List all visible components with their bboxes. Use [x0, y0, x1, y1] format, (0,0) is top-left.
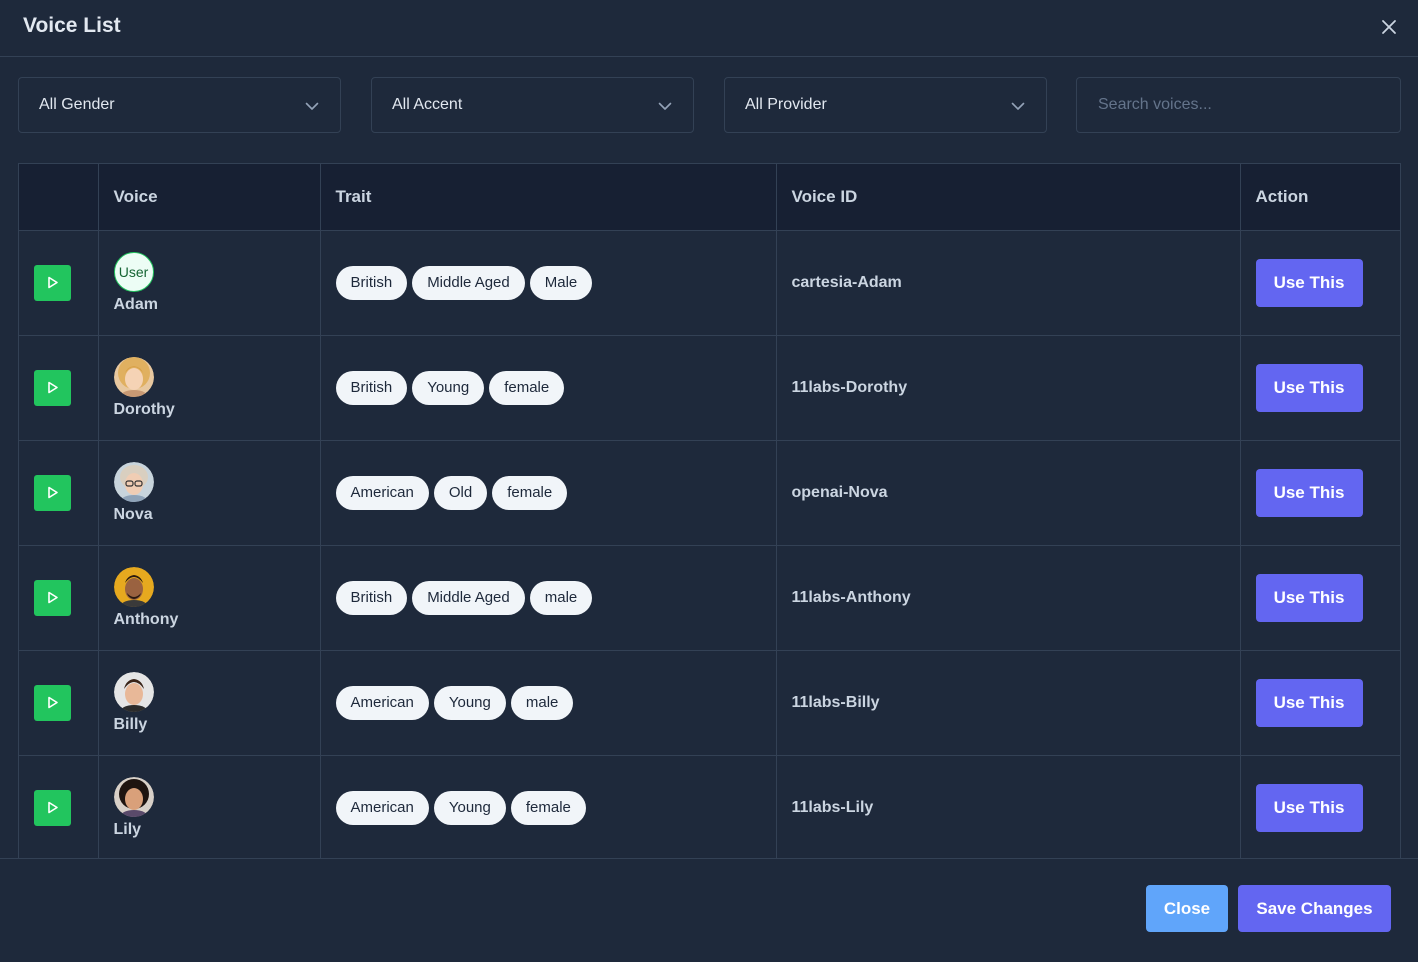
trait-chip: Old [433, 475, 488, 510]
voice-name: Adam [113, 295, 158, 313]
chevron-down-icon [1010, 98, 1026, 114]
voice-table: Voice Trait Voice ID Action User Adam Br… [18, 163, 1401, 858]
play-button[interactable] [34, 369, 71, 406]
voice-id: cartesia-Adam [791, 273, 902, 291]
accent-select[interactable]: All Accent [371, 77, 694, 133]
trait-chip: British [335, 580, 408, 615]
close-button[interactable]: Close [1146, 885, 1228, 932]
trait-chip: Young [433, 685, 506, 720]
chevron-down-icon [304, 98, 320, 114]
trait-chip: male [510, 685, 574, 720]
voice-id: 11labs-Anthony [791, 588, 911, 606]
modal-footer: Close Save Changes [0, 858, 1418, 962]
voice-id: 11labs-Lily [791, 798, 874, 816]
voice-name: Dorothy [113, 400, 175, 418]
avatar [113, 566, 154, 607]
trait-chip: American [335, 790, 429, 825]
use-this-button[interactable]: Use This [1255, 783, 1363, 832]
filter-bar: All Gender All Accent All Provider [18, 77, 1401, 133]
avatar [113, 776, 154, 817]
trait-chip: female [492, 475, 568, 510]
close-icon[interactable] [1378, 16, 1400, 38]
play-button[interactable] [34, 264, 71, 301]
use-this-button[interactable]: Use This [1255, 573, 1363, 622]
play-button[interactable] [34, 579, 71, 616]
chevron-down-icon [657, 98, 673, 114]
trait-chip: Young [433, 790, 506, 825]
table-row: Anthony British Middle Aged male 11labs-… [19, 545, 1400, 651]
gender-select[interactable]: All Gender [18, 77, 341, 133]
trait-chip: Middle Aged [412, 580, 525, 615]
column-header-action: Action [1240, 164, 1400, 231]
column-header-play [19, 164, 99, 231]
trait-chip: Young [412, 370, 485, 405]
use-this-button[interactable]: Use This [1255, 468, 1363, 517]
gender-select-value: All Gender [39, 96, 115, 113]
trait-chip: American [335, 685, 429, 720]
voice-id: 11labs-Dorothy [791, 378, 908, 396]
avatar-text: User [118, 263, 149, 280]
modal-header: Voice List [0, 0, 1418, 57]
avatar [113, 461, 154, 502]
voice-name: Nova [113, 505, 153, 523]
avatar [113, 671, 154, 712]
trait-chip: American [335, 475, 429, 510]
play-button[interactable] [34, 789, 71, 826]
trait-chip: British [335, 265, 408, 300]
table-header-row: Voice Trait Voice ID Action [19, 164, 1400, 231]
use-this-button[interactable]: Use This [1255, 678, 1363, 727]
use-this-button[interactable]: Use This [1255, 258, 1363, 307]
play-button[interactable] [34, 474, 71, 511]
table-row: Lily American Young female 11labs-Lily U… [19, 755, 1400, 858]
avatar [113, 356, 154, 397]
voice-name: Billy [113, 715, 148, 733]
voice-list-modal: Voice List All Gender All Accent All Pro… [0, 0, 1418, 962]
voice-id: 11labs-Billy [791, 693, 880, 711]
use-this-button[interactable]: Use This [1255, 363, 1363, 412]
table-row: Nova American Old female openai-Nova Use… [19, 440, 1400, 546]
trait-chip: male [529, 580, 593, 615]
search-input[interactable] [1076, 77, 1401, 133]
table-row: Billy American Young male 11labs-Billy U… [19, 650, 1400, 756]
column-header-voice: Voice [98, 164, 321, 231]
trait-chip: Male [529, 265, 593, 300]
column-header-voice-id: Voice ID [776, 164, 1241, 231]
provider-select-value: All Provider [745, 96, 827, 113]
provider-select[interactable]: All Provider [724, 77, 1047, 133]
table-row: Dorothy British Young female 11labs-Doro… [19, 335, 1400, 441]
trait-chip: female [489, 370, 565, 405]
voice-id: openai-Nova [791, 483, 888, 501]
avatar: User [113, 251, 154, 292]
trait-chip: Middle Aged [412, 265, 525, 300]
column-header-trait: Trait [320, 164, 777, 231]
save-changes-button[interactable]: Save Changes [1238, 885, 1391, 932]
table-row: User Adam British Middle Aged Male carte… [19, 230, 1400, 336]
modal-title: Voice List [23, 14, 121, 37]
accent-select-value: All Accent [392, 96, 463, 113]
voice-name: Anthony [113, 610, 179, 628]
trait-chip: British [335, 370, 408, 405]
trait-chip: female [510, 790, 586, 825]
play-button[interactable] [34, 684, 71, 721]
voice-name: Lily [113, 820, 142, 838]
